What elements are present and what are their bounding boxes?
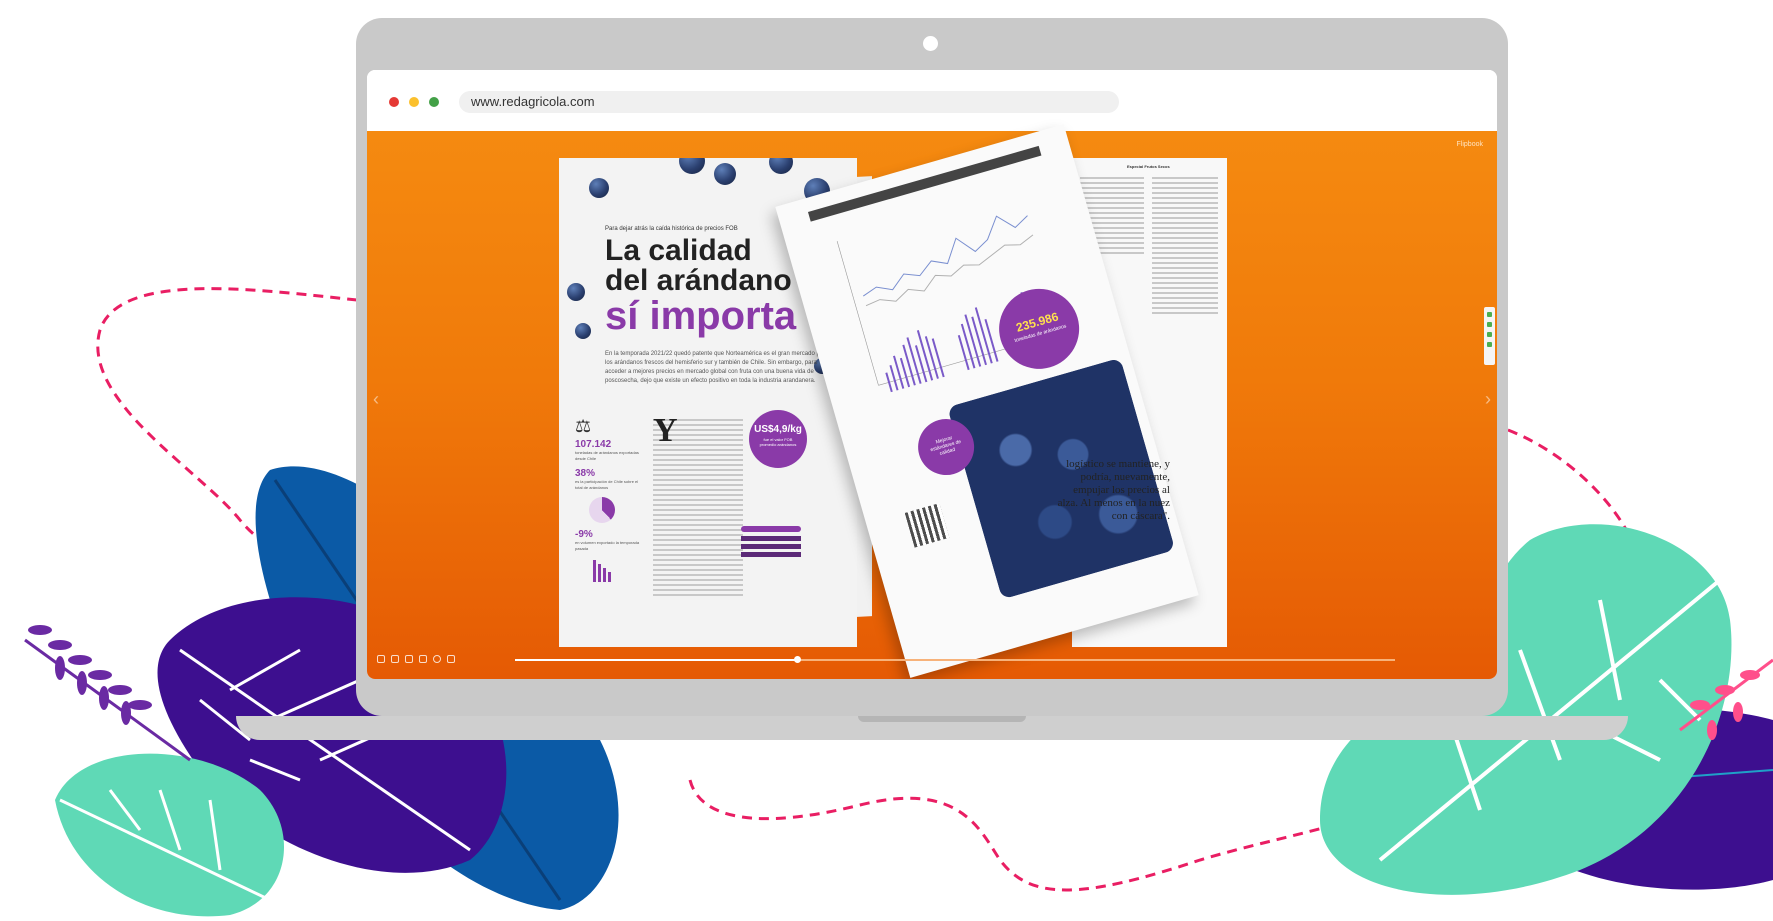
- blueberry: [679, 158, 705, 174]
- play-icon[interactable]: [377, 655, 385, 663]
- blueberry: [575, 323, 591, 339]
- crate-illustration: [737, 518, 805, 558]
- blueberry: [567, 283, 585, 301]
- laptop-screen: www.redagricola.com Flipbook ‹ › Especia…: [367, 70, 1497, 679]
- blueberry: [714, 163, 736, 185]
- article-kicker: Para dejar atrás la caída histórica de p…: [605, 226, 738, 232]
- address-bar[interactable]: www.redagricola.com: [459, 91, 1119, 113]
- minimize-window-dot[interactable]: [409, 97, 419, 107]
- page-progress-bar[interactable]: [515, 656, 1395, 663]
- maximize-window-dot[interactable]: [429, 97, 439, 107]
- blueberry: [769, 158, 793, 174]
- close-window-dot[interactable]: [389, 97, 399, 107]
- stats-column: ⚖ 107.142 toneladas de arándanos exporta…: [575, 416, 645, 582]
- qr-code[interactable]: [904, 503, 950, 548]
- share-sidebar[interactable]: [1484, 307, 1495, 365]
- viewer-toolbar: [367, 651, 1497, 669]
- right-page-header: Especial Frutos Secos: [1127, 164, 1170, 169]
- prev-page-arrow-icon[interactable]: ‹: [373, 389, 379, 410]
- next-page-arrow-icon[interactable]: ›: [1485, 389, 1491, 410]
- camera-icon: [923, 36, 938, 51]
- flipbook-viewer: Flipbook ‹ › Especial Frutos Secos Para …: [367, 124, 1497, 679]
- price-callout: US$4,9/kg fue el valor FOB promedio arán…: [749, 410, 807, 468]
- viewer-logo: Flipbook: [1456, 141, 1483, 148]
- bar-chart-icon: [575, 558, 645, 582]
- bookmark-icon[interactable]: [419, 655, 427, 663]
- blueberry: [589, 178, 609, 198]
- grid-icon[interactable]: [405, 655, 413, 663]
- browser-bar: www.redagricola.com: [367, 70, 1497, 130]
- article-body: Y: [653, 414, 743, 616]
- article-lede: En la temporada 2021/22 quedó patente qu…: [605, 351, 829, 384]
- branch-leaflets: [28, 625, 152, 725]
- pull-quote: logístico se mantiene, y podría, nuevame…: [1057, 458, 1170, 522]
- zoom-icon[interactable]: [391, 655, 399, 663]
- progress-knob[interactable]: [793, 656, 801, 663]
- fullscreen-icon[interactable]: [447, 655, 455, 663]
- weight-icon: ⚖: [575, 416, 592, 436]
- pie-chart-icon: [589, 497, 615, 523]
- laptop-notch: [858, 716, 1026, 722]
- sound-icon[interactable]: [433, 655, 441, 663]
